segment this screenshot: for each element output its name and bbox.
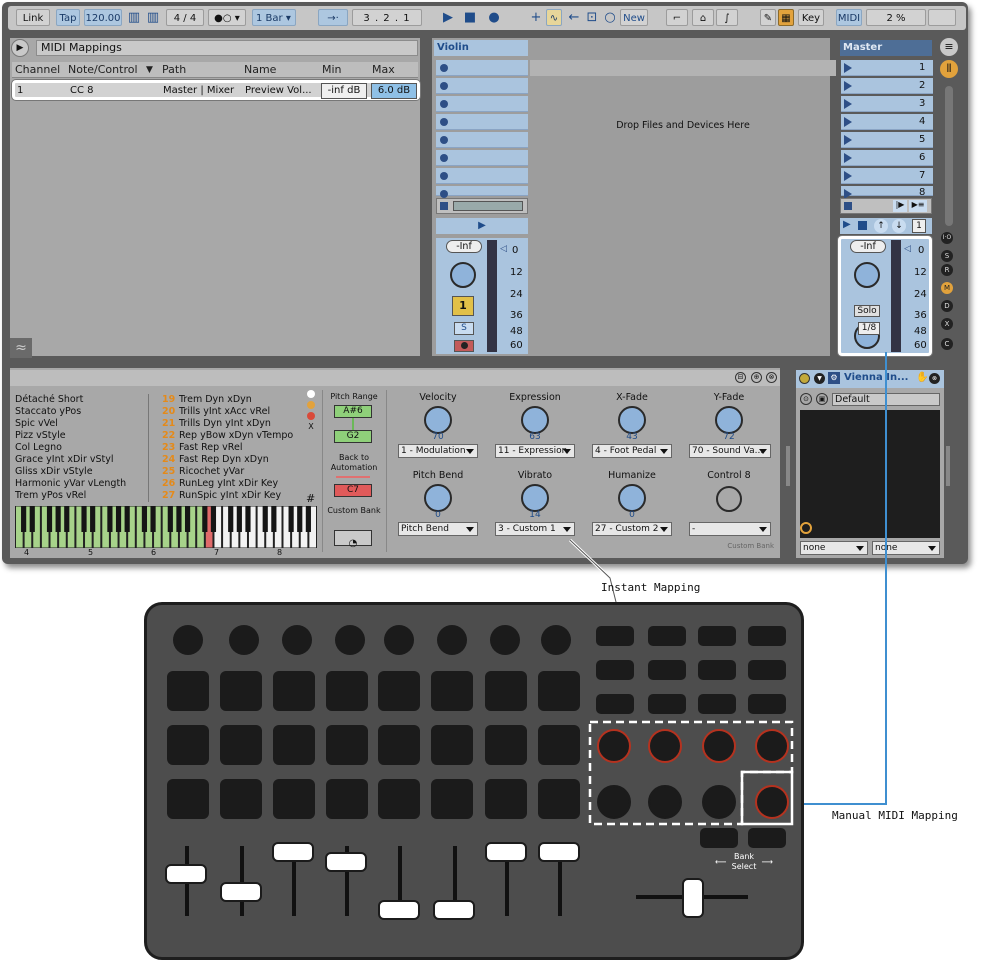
fader-cap[interactable] <box>378 900 420 920</box>
arrow-right-icon: ⟶ <box>761 857 774 867</box>
bank-select-label: ⟵ Bank Select ⟶ <box>714 852 774 871</box>
bank-left-button[interactable] <box>700 828 738 848</box>
fader-track <box>240 846 244 916</box>
fader-cap[interactable] <box>433 900 475 920</box>
fader-cap[interactable] <box>220 882 262 902</box>
fader-cap[interactable] <box>538 842 580 862</box>
manual-mapping-region <box>740 770 794 826</box>
fader-cap[interactable] <box>272 842 314 862</box>
arrow-left-icon: ⟵ <box>714 857 727 867</box>
bank-right-button[interactable] <box>748 828 786 848</box>
fader-cap[interactable] <box>325 852 367 872</box>
crossfader-cap[interactable] <box>682 878 704 918</box>
fader-cap[interactable] <box>485 842 527 862</box>
fader-cap[interactable] <box>165 864 207 884</box>
